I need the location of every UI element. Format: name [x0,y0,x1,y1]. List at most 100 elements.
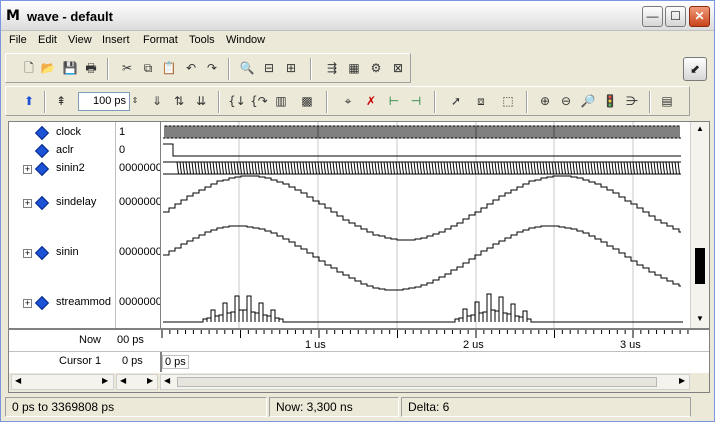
names-hscroll[interactable]: ◀ ▶ [11,374,114,390]
run-all-icon[interactable]: ⇊ [192,92,210,110]
menu-format[interactable]: Format [143,34,178,46]
paste-icon[interactable]: 📋 [160,59,178,77]
scroll-down-icon[interactable]: ▼ [696,314,704,323]
edit-mode-icon[interactable]: ⬚ [499,92,517,110]
continue-icon[interactable]: ⇅ [170,92,188,110]
arrow-up-icon[interactable]: ⬆ [20,92,38,110]
wave-compare-icon[interactable]: ▤ [658,92,676,110]
zoom-range-icon[interactable]: ⋺ [623,92,641,110]
menu-window[interactable]: Window [226,34,265,46]
scroll-left-icon[interactable]: ◀ [120,376,126,385]
zoom-cursor-icon[interactable]: 🚦 [601,92,619,110]
menu-tools[interactable]: Tools [189,34,215,46]
vertical-scrollbar[interactable]: ▲ ▼ [690,122,709,328]
signal-diamond-icon [34,195,50,211]
save-icon[interactable]: 💾 [61,59,79,77]
zoom-step-icon[interactable]: ⇞ [52,92,70,110]
cursor-marker[interactable]: 0 ps [162,355,189,369]
waveform-canvas[interactable] [161,122,691,328]
scroll-right-icon[interactable]: ▶ [102,376,108,385]
expand-plus-icon[interactable]: + [23,165,32,174]
time-ruler[interactable] [160,330,690,352]
undo-icon[interactable]: ↶ [182,59,200,77]
wave-streammod [163,293,683,323]
cursor-delete-icon[interactable]: ✗ [362,92,380,110]
signal-name: sinin [56,246,79,258]
expand-plus-icon[interactable]: + [23,199,32,208]
ruler-tick-label: 1 us [305,339,326,351]
cursor-value: 0 ps [122,355,143,367]
break-icon[interactable]: ⊠ [389,59,407,77]
run-length-input[interactable]: 100 ps [78,92,130,111]
signal-value: 0000000 [119,196,160,208]
cursor-row: Cursor 1 0 ps 0 ps [9,352,709,372]
copy-icon[interactable]: ⧉ [139,59,157,77]
cut-icon[interactable]: ✂ [118,59,136,77]
scroll-left-icon[interactable]: ◀ [15,376,21,385]
scroll-right-icon[interactable]: ▶ [147,376,153,385]
toolbar-separator [218,91,220,113]
minimize-button[interactable]: — [642,6,663,27]
signal-name: aclr [56,144,74,156]
restart-icon[interactable]: ▥ [272,92,290,110]
zoom-full-icon[interactable]: 🔎 [579,92,597,110]
close-button[interactable]: ✕ [689,6,710,27]
compile-icon[interactable]: ⇶ [323,59,341,77]
expand-plus-icon[interactable]: + [23,299,32,308]
menu-file[interactable]: File [9,34,27,46]
menu-view[interactable]: View [68,34,92,46]
window-title: wave - default [27,9,113,24]
run-icon[interactable]: ⇓ [148,92,166,110]
signal-diamond-icon [34,295,50,311]
break-sim-icon[interactable]: ▩ [298,92,316,110]
find-icon[interactable]: 🔍 [238,59,256,77]
maximize-button[interactable]: ☐ [665,6,686,27]
values-hscroll[interactable]: ◀ ▶ [116,374,158,390]
status-range: 0 ps to 3369808 ps [5,397,267,417]
wave-hscroll[interactable]: ◀ ▶ [160,374,690,390]
open-folder-icon[interactable]: 📂 [39,59,57,77]
signal-diamond-icon [34,125,50,141]
scroll-left-icon[interactable]: ◀ [164,376,170,385]
toolbar-separator [434,91,436,113]
signal-name: sindelay [56,196,97,208]
zoom-mode-icon[interactable]: ⧈ [472,92,490,110]
wave-aclr [163,143,681,157]
step-over-icon[interactable]: {↷ [250,92,268,110]
zoom-in-icon[interactable]: ⊕ [536,92,554,110]
cursor-next-icon[interactable]: ⊣ [407,92,425,110]
menu-insert[interactable]: Insert [102,34,130,46]
menu-edit[interactable]: Edit [38,34,57,46]
now-value: 00 ps [117,334,144,346]
simulate-icon[interactable]: ⚙ [367,59,385,77]
scroll-right-icon[interactable]: ▶ [679,376,685,385]
toolbar-separator [649,91,651,113]
cursor-prev-icon[interactable]: ⊢ [385,92,403,110]
now-label: Now [79,334,102,346]
ruler-tick-label: 2 us [463,339,484,351]
step-icon[interactable]: {↓ [228,92,246,110]
spinner-icon[interactable]: ⇕ [130,92,140,110]
cursor-add-icon[interactable]: ⌖ [339,92,357,110]
toolbar-separator [526,91,528,113]
expand-plus-icon[interactable]: + [23,249,32,258]
wave-sinin2 [176,161,680,175]
scroll-up-icon[interactable]: ▲ [696,124,704,133]
signal-values-pane: 1 0 0000000 0000000 0000000 0000000 [115,122,160,328]
wave-hscroll-thumb[interactable] [177,377,657,387]
redo-icon[interactable]: ↷ [203,59,221,77]
status-delta: Delta: 6 [401,397,691,417]
signal-names-pane: clock aclr + sinin2 + sindelay + sinin +… [9,122,114,328]
select-mode-icon[interactable]: ➚ [447,92,465,110]
print-icon[interactable]: 🖶 [82,59,100,77]
compile-all-icon[interactable]: ▦ [345,59,363,77]
collapse-icon[interactable]: ⊟ [260,59,278,77]
signal-value: 0000000 [119,246,160,258]
new-file-icon[interactable]: 🗋 [20,59,38,77]
expand-icon[interactable]: ⊞ [282,59,300,77]
zoom-out-icon[interactable]: ⊖ [557,92,575,110]
waveform-pane[interactable] [160,122,690,328]
undock-icon[interactable]: ⬋ [683,57,707,81]
vertical-scroll-thumb[interactable] [695,248,705,284]
now-row: Now 00 ps 1 us 2 us 3 us [9,330,709,352]
